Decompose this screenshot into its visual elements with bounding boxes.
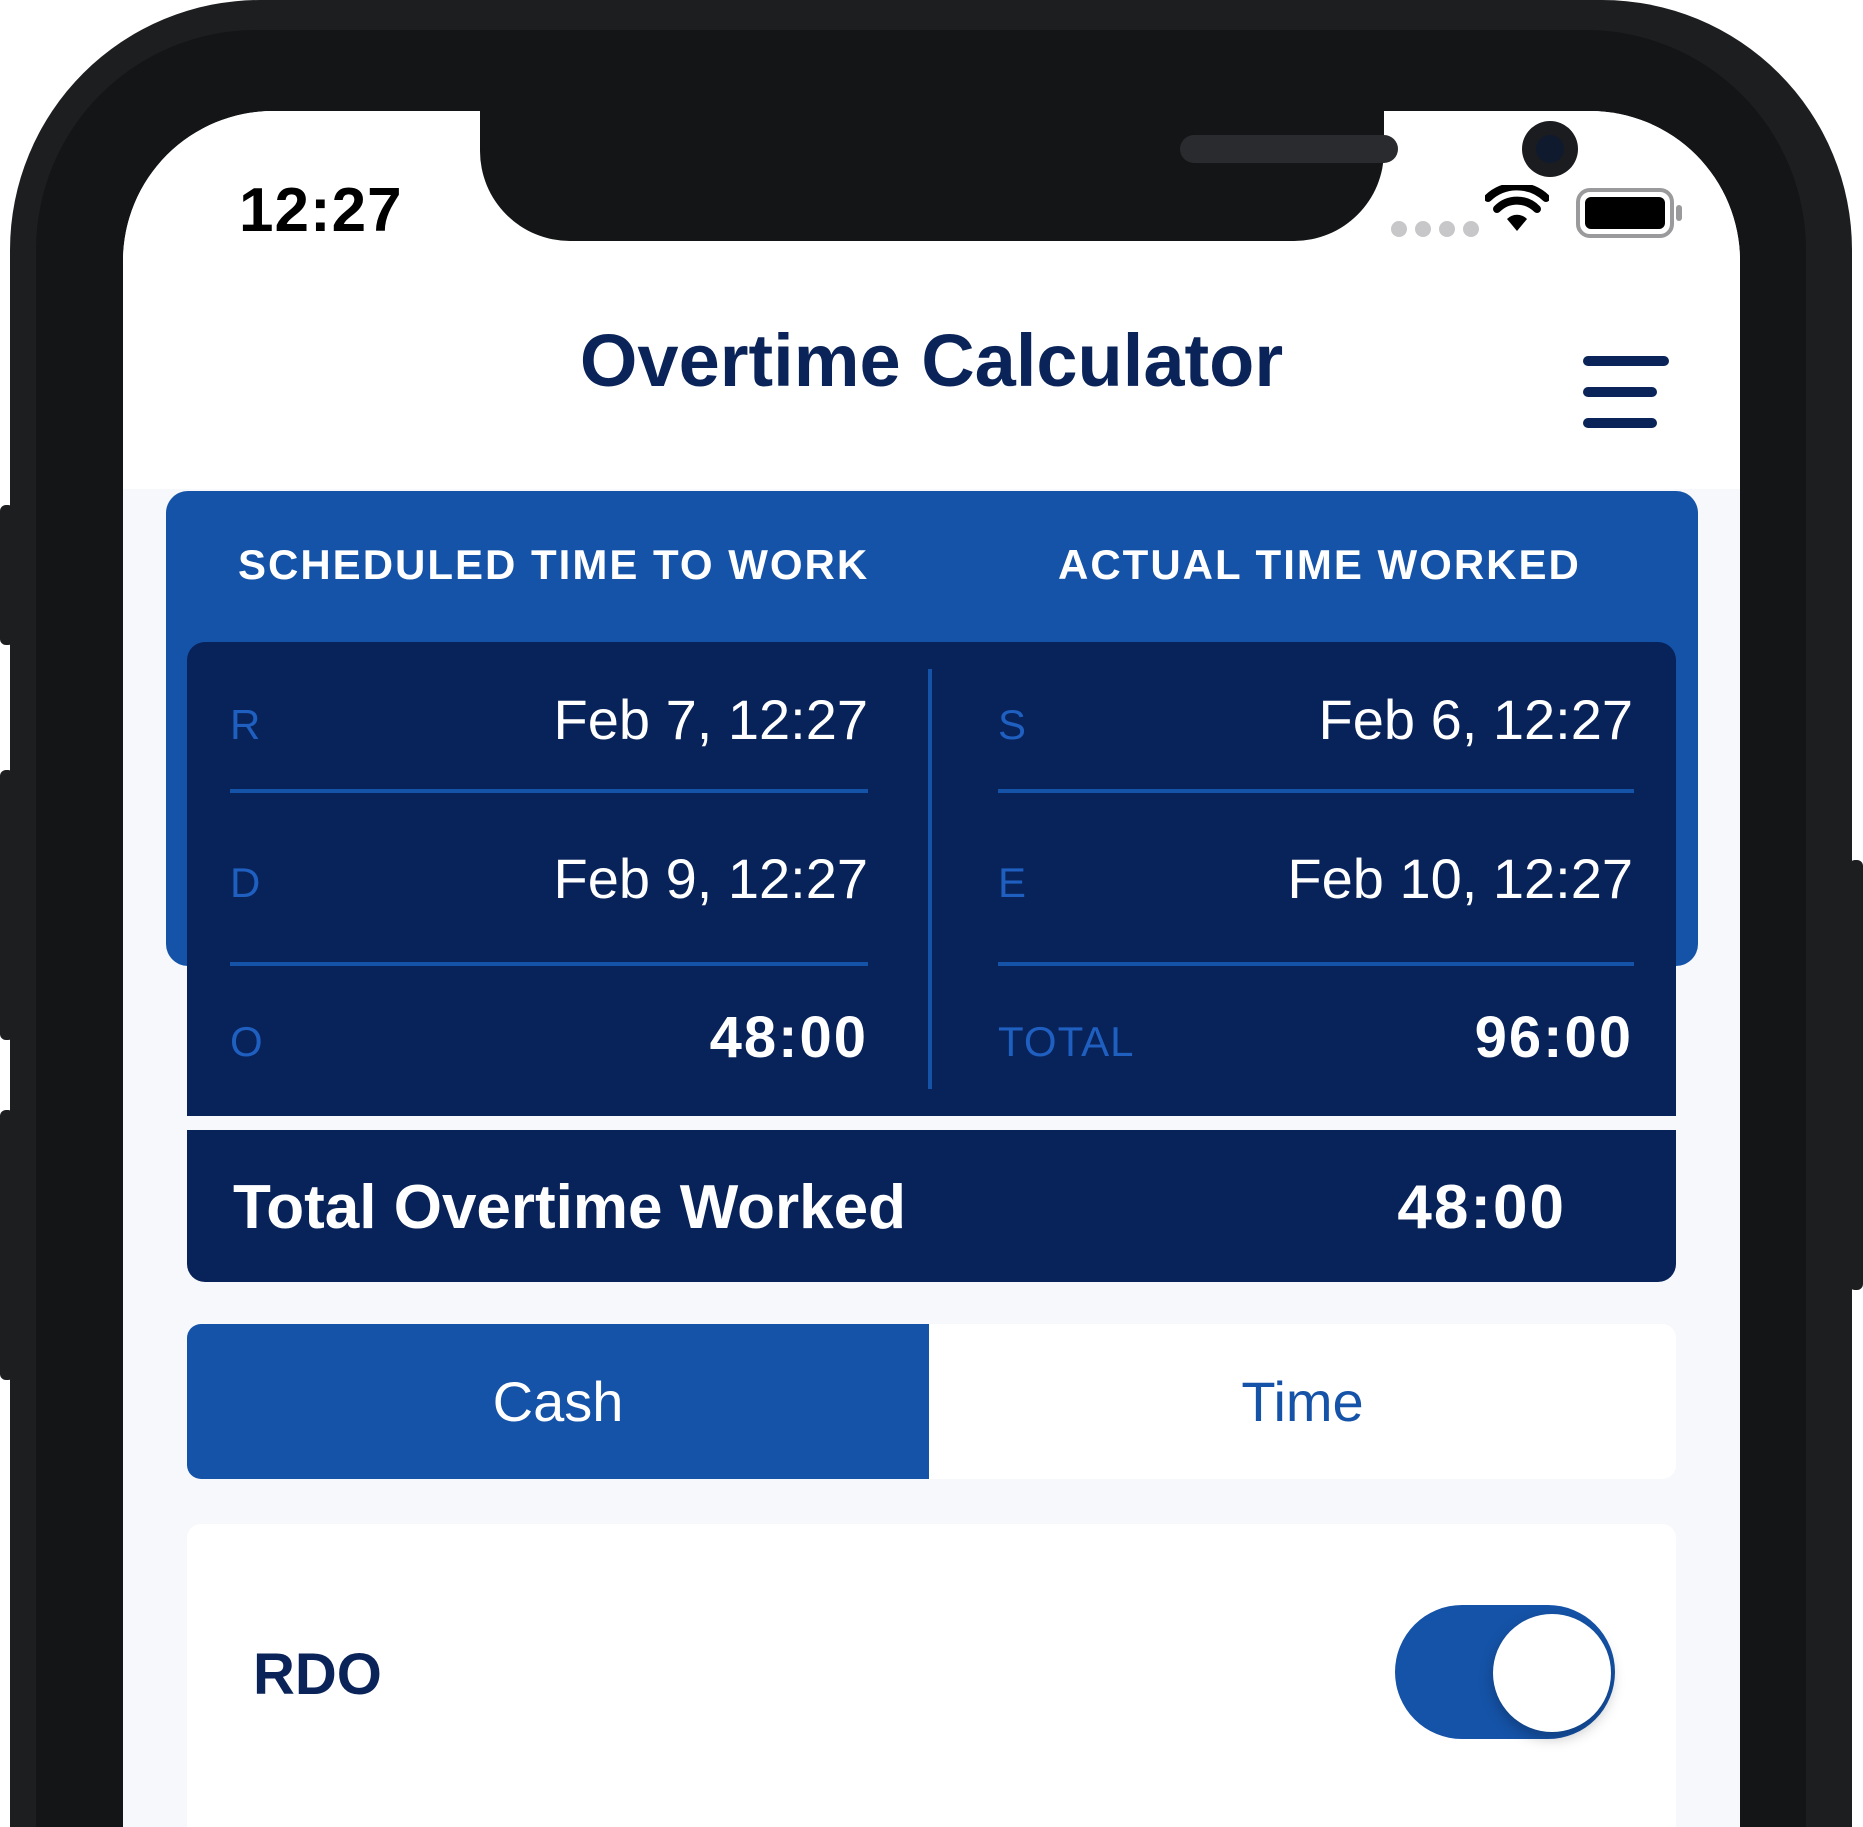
total-overtime-label: Total Overtime Worked — [233, 1173, 906, 1242]
actual-heading: ACTUAL TIME WORKED — [1058, 541, 1581, 588]
menu-button[interactable] — [1583, 356, 1673, 436]
row-divider — [230, 962, 868, 966]
notch — [480, 111, 1578, 241]
cellular-signal-icon — [1391, 221, 1479, 237]
volume-down-button — [0, 1110, 14, 1380]
mute-switch — [0, 505, 14, 645]
power-button — [1849, 860, 1863, 1290]
wifi-icon — [1485, 185, 1549, 231]
hamburger-menu-icon-line — [1583, 387, 1657, 397]
app-screen: 12:27 Overtime Calculator SCHEDULED TIME… — [123, 111, 1740, 1827]
actual-start-value[interactable]: Feb 6, 12:27 — [1183, 687, 1633, 752]
row-divider — [998, 789, 1634, 793]
actual-start-label: S — [998, 701, 1028, 748]
hamburger-menu-icon — [1583, 356, 1669, 366]
actual-end-label: E — [998, 859, 1028, 906]
page-title: Overtime Calculator — [579, 319, 1284, 402]
hamburger-menu-icon-line — [1583, 418, 1657, 428]
compensation-segmented-control: Cash Time — [187, 1324, 1676, 1479]
volume-up-button — [0, 770, 14, 1040]
battery-icon — [1576, 188, 1682, 238]
column-divider — [928, 669, 932, 1089]
total-overtime-value: 48:00 — [1397, 1173, 1566, 1242]
time-segment[interactable]: Time — [929, 1324, 1676, 1479]
scheduled-end-label: D — [230, 859, 262, 906]
status-time: 12:27 — [239, 176, 403, 245]
actual-total-value: 96:00 — [1474, 1005, 1633, 1070]
row-divider — [998, 962, 1634, 966]
rdo-toggle-knob[interactable] — [1493, 1614, 1611, 1732]
scheduled-start-label: R — [230, 701, 262, 748]
rdo-label: RDO — [253, 1642, 382, 1707]
actual-end-value[interactable]: Feb 10, 12:27 — [1183, 846, 1633, 911]
front-camera — [1522, 121, 1578, 177]
cash-segment[interactable]: Cash — [187, 1324, 929, 1479]
scheduled-duration-label: O — [230, 1018, 264, 1065]
scheduled-duration-value: 48:00 — [709, 1005, 868, 1070]
scheduled-end-value[interactable]: Feb 9, 12:27 — [423, 846, 868, 911]
speaker-grille — [1180, 135, 1398, 163]
scheduled-start-value[interactable]: Feb 7, 12:27 — [423, 687, 868, 752]
row-divider — [230, 789, 868, 793]
actual-total-label: TOTAL — [998, 1018, 1135, 1065]
scheduled-heading: SCHEDULED TIME TO WORK — [238, 541, 870, 588]
